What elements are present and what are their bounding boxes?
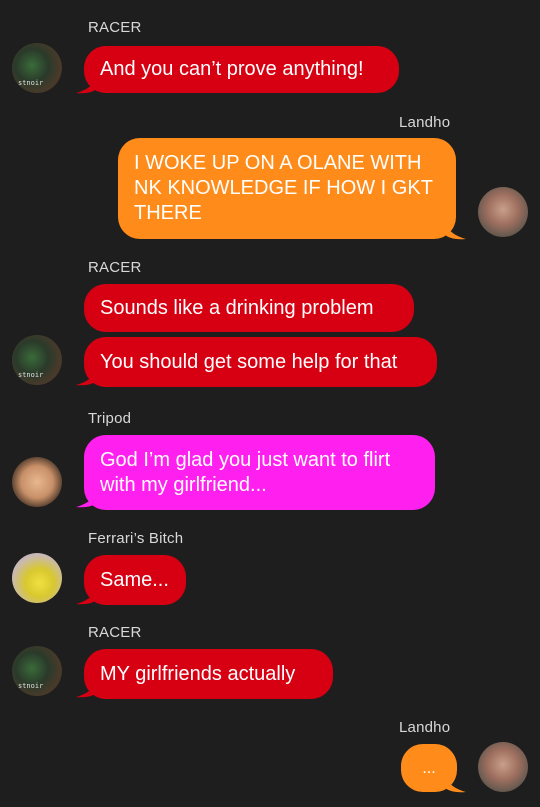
message-text: MY girlfriends actually	[100, 662, 296, 685]
avatar-tag: stnoir	[18, 79, 44, 87]
avatar-ferrari[interactable]	[12, 553, 62, 603]
sender-name: Landho	[399, 719, 451, 736]
avatar-racer[interactable]: stnoir	[12, 43, 62, 93]
message-line: with my girlfriend...	[100, 473, 267, 496]
message-text: You should get some help for that	[100, 350, 398, 373]
sender-name: Tripod	[88, 410, 132, 427]
message-line: I WOKE UP ON A OLANE WITH	[134, 152, 422, 174]
message-bubble[interactable]: Same...	[84, 555, 186, 605]
message-text: Same...	[100, 568, 169, 591]
avatar-racer[interactable]: stnoir	[12, 646, 62, 696]
message-bubble[interactable]: You should get some help for that	[84, 337, 437, 387]
sender-name: RACER	[88, 259, 142, 276]
avatar-landho[interactable]	[478, 187, 528, 237]
typing-dots: ...	[422, 759, 436, 777]
message-text: God I’m glad you just want to flirt with…	[100, 448, 390, 498]
avatar-tag: stnoir	[18, 371, 44, 379]
message-line: NK KNOWLEDGE IF HOW I GKT	[134, 177, 433, 199]
sender-name: Landho	[399, 114, 451, 131]
sender-name: Ferrari’s Bitch	[88, 530, 184, 547]
message-text: I WOKE UP ON A OLANE WITH NK KNOWLEDGE I…	[134, 151, 433, 226]
message-text: And you can’t prove anything!	[100, 58, 364, 80]
message-bubble[interactable]: And you can’t prove anything!	[84, 46, 399, 93]
message-bubble[interactable]: MY girlfriends actually	[84, 649, 333, 699]
message-bubble[interactable]: I WOKE UP ON A OLANE WITH NK KNOWLEDGE I…	[118, 138, 456, 239]
typing-indicator: ...	[401, 744, 457, 792]
message-bubble[interactable]: Sounds like a drinking problem	[84, 284, 414, 332]
message-line: THERE	[134, 202, 202, 224]
sender-name: RACER	[88, 19, 142, 36]
sender-name: RACER	[88, 624, 142, 641]
avatar-tripod[interactable]	[12, 457, 62, 507]
avatar-tag: stnoir	[18, 682, 44, 690]
message-line: God I’m glad you just want to flirt	[100, 448, 391, 471]
avatar-landho[interactable]	[478, 742, 528, 792]
avatar-racer[interactable]: stnoir	[12, 335, 62, 385]
message-text: Sounds like a drinking problem	[100, 296, 374, 319]
message-bubble[interactable]: God I’m glad you just want to flirt with…	[84, 435, 435, 510]
